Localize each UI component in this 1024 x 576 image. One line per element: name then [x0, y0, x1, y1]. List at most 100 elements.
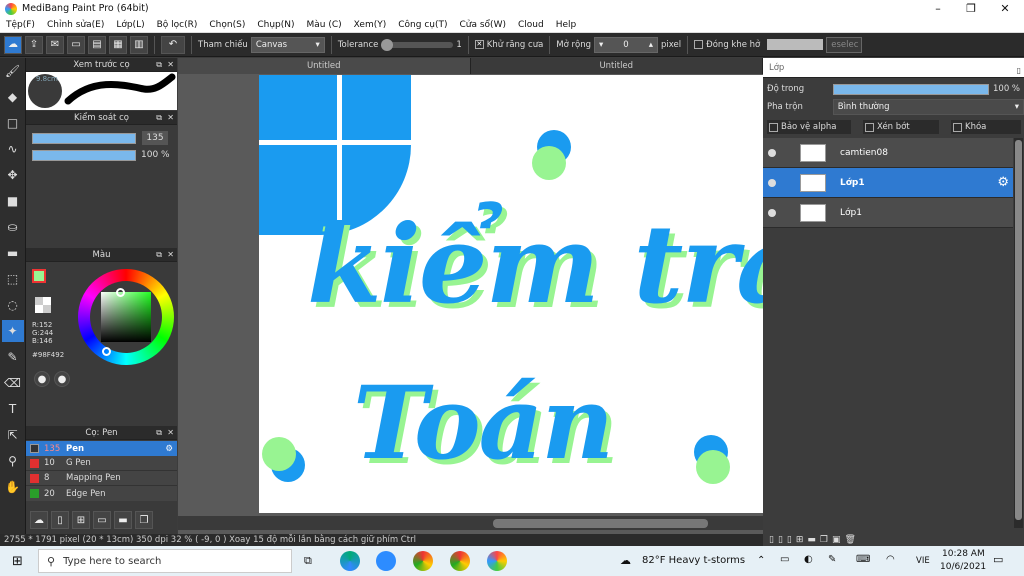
close-icon[interactable]: ✕ [167, 248, 174, 262]
layer-item[interactable]: Lớp1 [763, 198, 1013, 228]
eye-icon[interactable] [768, 148, 776, 157]
wifi-icon[interactable]: ◠ [886, 554, 895, 565]
sv-handle[interactable] [116, 288, 125, 297]
chrome-icon[interactable] [450, 551, 470, 571]
eselect-button[interactable]: eselec [826, 36, 863, 53]
brush-item-mapping-pen[interactable]: 8 Mapping Pen [26, 471, 177, 486]
close-gap-checkbox[interactable]: Đóng khe hở [694, 39, 760, 50]
rectangle-tool-icon[interactable]: □ [2, 112, 24, 134]
expand-stepper[interactable]: ▾ 0 ▴ [594, 36, 659, 53]
brush-item-edge-pen[interactable]: 20 Edge Pen [26, 486, 177, 501]
panel-menu-icon[interactable]: ▯ [1017, 61, 1021, 81]
document-icon[interactable]: ▤ [88, 35, 106, 54]
zoom-icon[interactable] [376, 551, 396, 571]
pen-icon[interactable]: ✎ [828, 554, 836, 565]
copy-brush-icon[interactable]: ▭ [93, 511, 111, 529]
float-icon[interactable]: ⧉ [156, 58, 162, 72]
new-8bit-layer-icon[interactable]: ▯ [787, 535, 792, 545]
menu-color[interactable]: Màu (C) [301, 20, 348, 30]
close-gap-slider[interactable] [767, 39, 824, 50]
protect-alpha-checkbox[interactable]: Bảo vệ alpha [767, 120, 851, 134]
gradient-tool-icon[interactable]: ▬ [2, 242, 24, 264]
notification-icon[interactable]: ▭ [993, 553, 1003, 566]
tab-untitled-2[interactable]: Untitled [471, 58, 763, 74]
color-add-icon[interactable]: ● [54, 371, 70, 387]
layer-opacity-slider[interactable] [833, 83, 989, 95]
layout-icon[interactable]: ▥ [130, 35, 148, 54]
new-halftone-layer-icon[interactable]: ▯ [778, 535, 783, 545]
close-icon[interactable]: ✕ [167, 58, 174, 72]
search-box[interactable]: ⚲ Type here to search [38, 549, 292, 573]
share-icon[interactable]: ⇪ [25, 35, 43, 54]
chrome-icon[interactable] [413, 551, 433, 571]
menu-view[interactable]: Xem(Y) [348, 20, 393, 30]
clock-date[interactable]: 10/6/2021 [940, 562, 986, 572]
blend-mode-dropdown[interactable]: Bình thường ▾ [832, 99, 1024, 115]
gear-icon[interactable]: ⚙ [997, 175, 1009, 190]
brush-size-slider[interactable] [32, 133, 136, 144]
speaker-icon[interactable]: ◐ [804, 554, 813, 565]
weather-text[interactable]: 82°F Heavy t-storms [642, 555, 745, 566]
menu-layer[interactable]: Lớp(L) [110, 20, 150, 30]
horizontal-scrollbar[interactable] [178, 516, 763, 530]
drawing-canvas[interactable]: kiểm tra Toán [259, 75, 763, 513]
network-icon[interactable]: ▭ [780, 554, 789, 565]
operation-tool-icon[interactable]: ⇱ [2, 424, 24, 446]
add-layer-icon[interactable]: ⊞ [796, 535, 804, 545]
menu-file[interactable]: Tệp(F) [0, 20, 41, 30]
maximize-button[interactable]: ❐ [954, 0, 988, 17]
clock-time[interactable]: 10:28 AM [942, 549, 985, 559]
save-icon[interactable]: ▭ [67, 35, 85, 54]
brush-item-gpen[interactable]: 10 G Pen [26, 456, 177, 471]
duplicate-layer-icon[interactable]: ❐ [820, 535, 828, 545]
tolerance-slider[interactable] [381, 38, 454, 51]
keyboard-icon[interactable]: ⌨ [856, 554, 870, 565]
eraser-tool-icon[interactable]: ◆ [2, 86, 24, 108]
duplicate-icon[interactable]: ❐ [135, 511, 153, 529]
new-layer-icon[interactable]: ▯ [769, 535, 774, 545]
hue-handle[interactable] [102, 347, 111, 356]
foreground-color-swatch[interactable] [32, 269, 46, 283]
brush-size-value[interactable]: 135 [142, 131, 168, 145]
menu-filter[interactable]: Bộ lọc(R) [151, 20, 204, 30]
float-icon[interactable]: ⧉ [156, 111, 162, 125]
lock-checkbox[interactable]: Khóa [951, 120, 1021, 134]
edge-icon[interactable] [340, 551, 360, 571]
eye-icon[interactable] [768, 178, 776, 187]
text-tool-icon[interactable]: T [2, 398, 24, 420]
chevron-up-icon[interactable]: ⌃ [757, 555, 765, 566]
menu-select[interactable]: Chọn(S) [203, 20, 251, 30]
undo-button[interactable]: ↶ [161, 35, 185, 54]
hand-tool-icon[interactable]: ✋ [2, 476, 24, 498]
select-rect-tool-icon[interactable]: ⬚ [2, 268, 24, 290]
layer-item[interactable]: camtien08 [763, 138, 1013, 168]
menu-edit[interactable]: Chỉnh sửa(E) [41, 20, 110, 30]
layer-scrollbar[interactable] [1014, 138, 1023, 528]
folder-icon[interactable]: ▬ [807, 535, 816, 545]
bucket-tool-icon[interactable]: ⛀ [2, 216, 24, 238]
lasso-tool-icon[interactable]: ◌ [2, 294, 24, 316]
language-indicator[interactable]: VIE [916, 556, 930, 566]
menu-window[interactable]: Cửa sổ(W) [454, 20, 512, 30]
trash-icon[interactable]: 🗑 [845, 535, 856, 545]
comment-icon[interactable]: ✉ [46, 35, 64, 54]
new-brush-icon[interactable]: ▯ [51, 511, 69, 529]
move-tool-icon[interactable]: ✥ [2, 164, 24, 186]
float-icon[interactable]: ⧉ [156, 426, 162, 440]
menu-cloud[interactable]: Cloud [512, 20, 550, 30]
antialias-checkbox[interactable]: ✕ Khử răng cưa [474, 39, 543, 50]
menu-help[interactable]: Help [550, 20, 583, 30]
select-eraser-tool-icon[interactable]: ⌫ [2, 372, 24, 394]
cloud-brush-icon[interactable]: ☁ [30, 511, 48, 529]
menu-snap[interactable]: Chụp(N) [251, 20, 300, 30]
close-icon[interactable]: ✕ [167, 111, 174, 125]
transparent-color-swatch[interactable] [35, 297, 51, 313]
close-button[interactable]: ✕ [988, 0, 1022, 17]
task-view-icon[interactable]: ⧉ [304, 554, 312, 568]
palette-icon[interactable]: ● [34, 371, 50, 387]
add-brush-icon[interactable]: ⊞ [72, 511, 90, 529]
brush-opacity-slider[interactable] [32, 150, 136, 161]
dropper-tool-icon[interactable]: ⚲ [2, 450, 24, 472]
merge-layer-icon[interactable]: ▣ [832, 535, 841, 545]
float-icon[interactable]: ⧉ [156, 248, 162, 262]
